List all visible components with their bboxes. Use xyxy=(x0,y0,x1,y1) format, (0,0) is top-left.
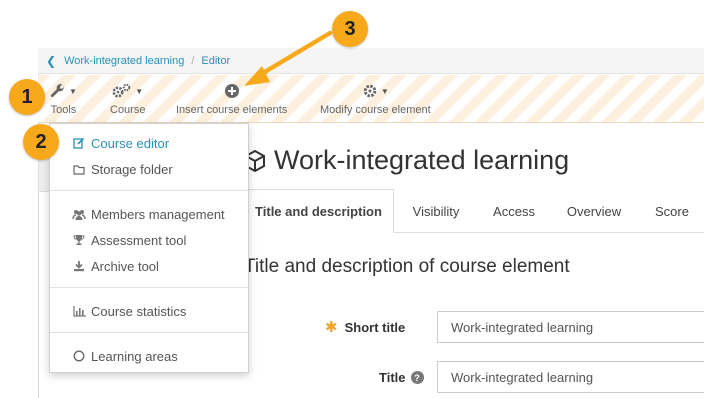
course-menu-button[interactable]: ▼ Course xyxy=(110,81,145,116)
gears-icon xyxy=(112,83,131,98)
edit-icon xyxy=(72,137,86,149)
breadcrumb-editor-link[interactable]: Editor xyxy=(201,55,230,67)
menu-divider xyxy=(50,332,248,333)
callout-badge-1: 1 xyxy=(9,79,45,115)
wrench-icon xyxy=(50,84,65,98)
tab-title-and-description[interactable]: Title and description xyxy=(244,189,394,233)
back-chevron-icon[interactable]: ❮ xyxy=(46,54,56,68)
folder-icon xyxy=(72,164,86,175)
bar-chart-icon xyxy=(72,305,86,317)
section-heading: Title and description of course element xyxy=(244,256,570,277)
users-icon xyxy=(72,209,86,220)
insert-course-elements-button[interactable]: Insert course elements xyxy=(176,81,287,116)
title-label-text: Title xyxy=(379,370,406,385)
modify-label: Modify course element xyxy=(320,104,431,116)
modify-course-element-button[interactable]: ▼ Modify course element xyxy=(320,81,431,116)
menu-item-course-statistics[interactable]: Course statistics xyxy=(50,300,248,322)
menu-item-learning-areas[interactable]: Learning areas xyxy=(50,345,248,367)
trophy-icon xyxy=(72,234,86,246)
tools-label: Tools xyxy=(50,104,77,116)
caret-down-icon: ▼ xyxy=(380,86,389,96)
breadcrumb-separator: / xyxy=(191,54,195,67)
download-icon xyxy=(72,260,86,272)
tab-visibility[interactable]: Visibility xyxy=(394,189,478,233)
menu-item-label: Archive tool xyxy=(91,258,159,274)
title-label: Title ? xyxy=(379,370,424,385)
menu-item-storage-folder[interactable]: Storage folder xyxy=(50,158,248,180)
menu-item-assessment-tool[interactable]: Assessment tool xyxy=(50,229,248,251)
element-tabs: Title and description Visibility Access … xyxy=(244,189,704,233)
menu-item-label: Storage folder xyxy=(91,161,173,177)
menu-item-label: Learning areas xyxy=(91,348,178,364)
course-title: Work-integrated learning xyxy=(244,145,569,176)
menu-item-label: Assessment tool xyxy=(91,232,187,248)
tools-menu-button[interactable]: ▼ Tools xyxy=(50,81,77,116)
tools-dropdown-menu: Course editor Storage folder Members man… xyxy=(49,123,249,373)
breadcrumb: ❮ Work-integrated learning / Editor xyxy=(38,48,704,74)
plus-circle-icon xyxy=(224,84,239,98)
callout-badge-3: 3 xyxy=(332,11,368,47)
caret-down-icon: ▼ xyxy=(135,86,144,96)
menu-item-members-management[interactable]: Members management xyxy=(50,203,248,225)
course-label: Course xyxy=(110,104,146,116)
tab-score[interactable]: Score xyxy=(638,189,704,233)
gear-icon xyxy=(363,84,377,98)
menu-item-archive-tool[interactable]: Archive tool xyxy=(50,255,248,277)
short-title-label: ✱ Short title xyxy=(325,318,405,336)
short-title-label-text: Short title xyxy=(344,319,406,335)
menu-divider xyxy=(50,287,248,288)
short-title-input[interactable] xyxy=(437,311,704,343)
tab-access[interactable]: Access xyxy=(478,189,550,233)
required-asterisk-icon: ✱ xyxy=(325,319,338,336)
course-title-text: Work-integrated learning xyxy=(274,145,570,175)
help-icon[interactable]: ? xyxy=(410,371,424,384)
callout-badge-2: 2 xyxy=(23,124,59,160)
menu-item-label: Course editor xyxy=(91,135,170,151)
insert-label: Insert course elements xyxy=(176,104,288,116)
title-input[interactable] xyxy=(437,361,704,393)
tab-overview[interactable]: Overview xyxy=(550,189,638,233)
breadcrumb-course-link[interactable]: Work-integrated learning xyxy=(64,55,184,67)
menu-item-course-editor[interactable]: Course editor xyxy=(50,132,248,154)
menu-divider xyxy=(50,190,248,191)
circle-icon xyxy=(72,350,86,362)
menu-item-label: Course statistics xyxy=(91,303,187,319)
editor-toolbar: ▼ Tools ▼ Course Insert course elements … xyxy=(38,75,704,123)
menu-item-label: Members management xyxy=(91,206,225,222)
caret-down-icon: ▼ xyxy=(69,86,77,96)
